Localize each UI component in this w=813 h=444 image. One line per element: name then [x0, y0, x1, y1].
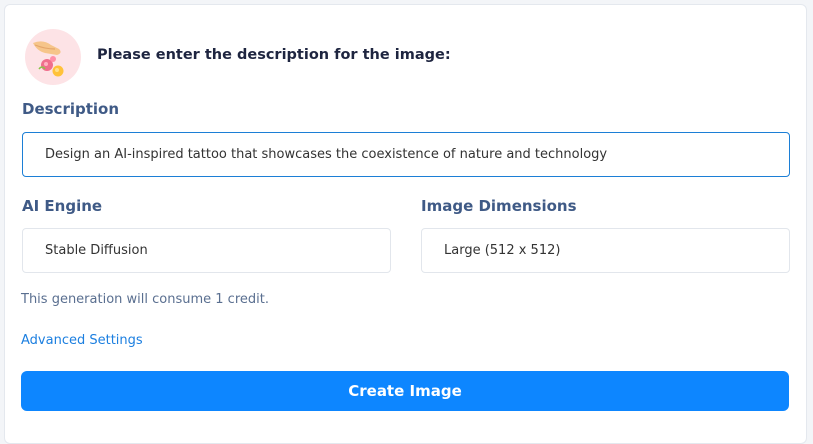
ai-engine-selected-value: Stable Diffusion	[45, 243, 148, 258]
description-input-value: Design an AI-inspired tattoo that showca…	[45, 147, 608, 162]
create-image-button[interactable]: Create Image	[21, 371, 789, 411]
image-dimensions-select[interactable]: Large (512 x 512)	[421, 228, 790, 273]
assistant-avatar	[25, 29, 81, 85]
prompt-heading: Please enter the description for the ima…	[97, 47, 451, 63]
advanced-settings-link[interactable]: Advanced Settings	[21, 333, 143, 348]
assistant-illustration-icon	[33, 41, 64, 77]
ai-engine-label: AI Engine	[22, 197, 103, 215]
ai-engine-select[interactable]: Stable Diffusion	[22, 228, 391, 273]
description-input[interactable]: Design an AI-inspired tattoo that showca…	[22, 132, 790, 177]
image-dimensions-selected-value: Large (512 x 512)	[444, 243, 561, 258]
image-dimensions-label: Image Dimensions	[421, 197, 577, 215]
description-label: Description	[22, 100, 120, 118]
credit-note: This generation will consume 1 credit.	[21, 292, 269, 307]
